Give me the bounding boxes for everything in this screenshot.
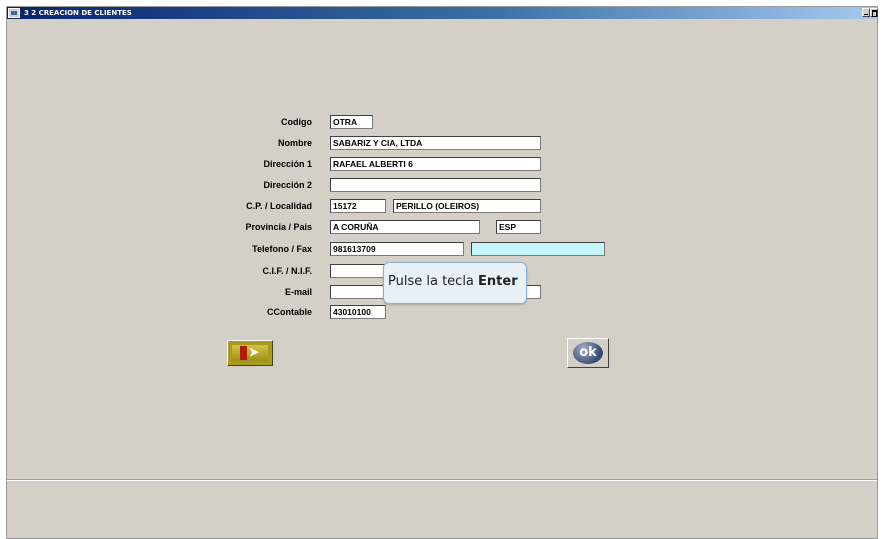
- app-icon[interactable]: [8, 8, 20, 18]
- ok-button-label: ok: [573, 342, 603, 364]
- running-man-glyph: ➤: [249, 345, 260, 359]
- pais-field[interactable]: ESP: [496, 220, 541, 234]
- ok-button[interactable]: ok: [567, 338, 609, 368]
- codigo-label: Codigo: [281, 117, 312, 127]
- door-shape: [240, 346, 247, 360]
- window-title: 3 2 CREACION DE CLIENTES: [24, 9, 132, 17]
- cp-field[interactable]: 15172: [330, 199, 386, 213]
- minimize-button[interactable]: [862, 8, 870, 17]
- tooltip-text: Pulse la tecla: [388, 274, 479, 289]
- nombre-field[interactable]: SABARIZ Y CIA, LTDA: [330, 136, 541, 150]
- status-divider: [7, 479, 877, 481]
- direccion2-label: Dirección 2: [263, 180, 312, 190]
- localidad-field[interactable]: PERILLO (OLEIROS): [393, 199, 541, 213]
- telefono-field[interactable]: 981613709: [330, 242, 464, 256]
- exit-door-icon: ➤: [232, 345, 268, 361]
- fax-field[interactable]: [471, 242, 605, 256]
- direccion1-label: Dirección 1: [263, 159, 312, 169]
- direccion1-field[interactable]: RAFAEL ALBERTI 6: [330, 157, 541, 171]
- maximize-button[interactable]: [870, 8, 878, 17]
- nombre-label: Nombre: [277, 138, 312, 148]
- telefono-fax-label: Telefono / Fax: [252, 244, 312, 254]
- exit-button[interactable]: ➤: [227, 340, 273, 366]
- provincia-field[interactable]: A CORUÑA: [330, 220, 480, 234]
- ccontable-field[interactable]: 43010100: [330, 305, 386, 319]
- email-label: E-mail: [284, 287, 312, 297]
- enter-key-tooltip: Pulse la tecla Enter: [383, 262, 527, 304]
- codigo-field[interactable]: OTRA: [330, 115, 373, 129]
- provincia-pais-label: Provincia / Pais: [245, 222, 312, 232]
- ccontable-label: CContable: [267, 307, 312, 317]
- direccion2-field[interactable]: [330, 178, 541, 192]
- tooltip-key: Enter: [478, 274, 518, 289]
- cif-nif-label: C.I.F. / N.I.F.: [262, 266, 312, 276]
- cp-localidad-label: C.P. / Localidad: [246, 201, 312, 211]
- title-bar: 3 2 CREACION DE CLIENTES: [7, 7, 878, 19]
